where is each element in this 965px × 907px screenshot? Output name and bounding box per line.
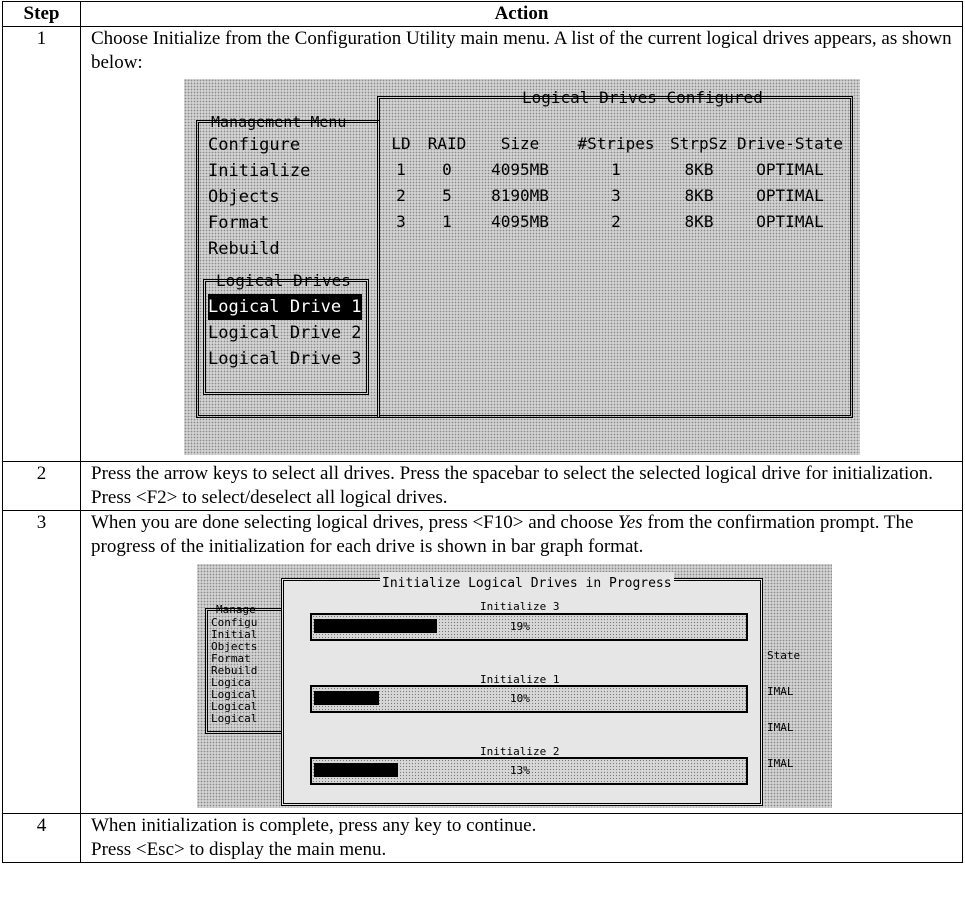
dialog-title: Initialize Logical Drives in Progress bbox=[380, 572, 674, 596]
step-row: 1 Choose Initialize from the Configurati… bbox=[2, 26, 963, 462]
step-text: Press the arrow keys to select all drive… bbox=[91, 463, 934, 508]
bg-drive-state-column: State IMAL IMAL IMAL bbox=[767, 626, 833, 794]
menu-item-objects[interactable]: Objects bbox=[208, 184, 310, 210]
menu-item-format[interactable]: Format bbox=[208, 210, 310, 236]
step-text: When you are done selecting logical driv… bbox=[81, 511, 962, 559]
step-action: When initialization is complete, press a… bbox=[80, 813, 963, 863]
table-row[interactable]: 1 0 4095MB 1 8KB OPTIMAL bbox=[380, 157, 850, 183]
bg-state-header: State bbox=[767, 649, 801, 662]
logical-drive-2-item[interactable]: Logical Drive 2 bbox=[208, 320, 362, 346]
cell-raid: 1 bbox=[442, 212, 452, 231]
step-action: When you are done selecting logical driv… bbox=[80, 510, 963, 814]
bg-menu-title: Manage bbox=[216, 603, 256, 616]
progress-bar-fill bbox=[314, 763, 398, 777]
progress-bar-fill bbox=[314, 619, 437, 633]
bg-state-item: IMAL bbox=[767, 757, 794, 770]
bg-management-menu: Manage Configu Initial Objects Format Re… bbox=[205, 604, 286, 734]
cell-raid: 0 bbox=[442, 160, 452, 179]
cell-strpsz: 8KB bbox=[684, 186, 714, 205]
step-number: 2 bbox=[2, 461, 81, 511]
cell-state: OPTIMAL bbox=[756, 212, 824, 231]
table-row[interactable]: 3 1 4095MB 2 8KB OPTIMAL bbox=[380, 209, 850, 235]
col-drive-state: Drive-State bbox=[737, 134, 843, 153]
step-text-part: When you are done selecting logical driv… bbox=[91, 512, 618, 533]
header-row: Step Action bbox=[2, 1, 963, 27]
logical-drives-submenu: Logical Drives Logical Drive 1 Logical D… bbox=[203, 271, 369, 395]
management-menu-panel: Management Menu Configure Initialize Obj… bbox=[196, 113, 380, 418]
step-number: 1 bbox=[2, 26, 81, 462]
screenshot-initialize-progress: Manage Configu Initial Objects Format Re… bbox=[197, 564, 832, 808]
management-menu-title: Management Menu bbox=[211, 113, 347, 131]
menu-item-configure[interactable]: Configure bbox=[208, 132, 310, 158]
cell-strpsz: 8KB bbox=[684, 160, 714, 179]
step-column-header: Step bbox=[2, 1, 81, 27]
step-text: Press <Esc> to display the main menu. bbox=[91, 839, 387, 860]
step-number: 4 bbox=[2, 813, 81, 863]
cell-raid: 5 bbox=[442, 186, 452, 205]
cell-stripes: 3 bbox=[611, 186, 621, 205]
step-action: Choose Initialize from the Configuration… bbox=[80, 26, 963, 462]
col-strpsz: StrpSz bbox=[670, 134, 728, 153]
step-text-emphasis: Yes bbox=[617, 512, 643, 533]
bg-state-item: IMAL bbox=[767, 685, 794, 698]
logical-drives-title: Logical Drives bbox=[216, 271, 351, 290]
step-row: 3 When you are done selecting logical dr… bbox=[2, 510, 963, 814]
cell-size: 4095MB bbox=[491, 212, 549, 231]
cell-ld: 1 bbox=[396, 160, 406, 179]
cell-size: 8190MB bbox=[491, 186, 549, 205]
progress-percent: 13% bbox=[510, 764, 530, 777]
cell-state: OPTIMAL bbox=[756, 186, 824, 205]
progress-percent: 19% bbox=[510, 620, 530, 633]
logical-drive-1-item[interactable]: Logical Drive 1 bbox=[208, 294, 362, 320]
initialize-progress-dialog: Initialize Logical Drives in Progress In… bbox=[281, 572, 763, 806]
step-action: Press the arrow keys to select all drive… bbox=[80, 461, 963, 511]
col-size: Size bbox=[500, 134, 540, 153]
logical-drives-configured-panel: Logical Drives Configured LD RAID Size #… bbox=[377, 88, 853, 418]
screenshot-logical-drives: Management Menu Configure Initialize Obj… bbox=[184, 79, 860, 455]
grid-header-row: LD RAID Size #Stripes StrpSz Drive-State bbox=[380, 131, 850, 157]
logical-drive-3-item[interactable]: Logical Drive 3 bbox=[208, 346, 362, 372]
step-row: 4 When initialization is complete, press… bbox=[2, 813, 963, 863]
col-raid: RAID bbox=[427, 134, 467, 153]
bg-submenu-item: Logical bbox=[211, 712, 258, 725]
cell-ld: 3 bbox=[396, 212, 406, 231]
cell-stripes: 1 bbox=[611, 160, 621, 179]
table-row[interactable]: 2 5 8190MB 3 8KB OPTIMAL bbox=[380, 183, 850, 209]
bg-state-item: IMAL bbox=[767, 721, 794, 734]
step-row: 2 Press the arrow keys to select all dri… bbox=[2, 461, 963, 511]
procedure-table: Step Action 1 Choose Initialize from the… bbox=[2, 1, 963, 863]
logical-drives-configured-title: Logical Drives Configured bbox=[522, 88, 763, 107]
logical-drives-list: Logical Drive 1 Logical Drive 2 Logical … bbox=[208, 294, 362, 372]
col-stripes: #Stripes bbox=[577, 134, 655, 153]
cell-ld: 2 bbox=[396, 186, 406, 205]
step-number: 3 bbox=[2, 510, 81, 814]
management-menu-list: Configure Initialize Objects Format Rebu… bbox=[208, 132, 310, 262]
logical-drives-grid: LD RAID Size #Stripes StrpSz Drive-State… bbox=[380, 131, 850, 235]
step-text: Choose Initialize from the Configuration… bbox=[91, 28, 952, 73]
progress-percent: 10% bbox=[510, 692, 530, 705]
cell-size: 4095MB bbox=[491, 160, 549, 179]
action-column-header: Action bbox=[80, 1, 963, 27]
cell-stripes: 2 bbox=[611, 212, 621, 231]
cell-state: OPTIMAL bbox=[756, 160, 824, 179]
menu-item-initialize[interactable]: Initialize bbox=[208, 158, 310, 184]
step-text: When initialization is complete, press a… bbox=[91, 815, 537, 836]
cell-strpsz: 8KB bbox=[684, 212, 714, 231]
bg-menu-list: Configu Initial Objects Format Rebuild L… bbox=[211, 617, 257, 725]
progress-bar-fill bbox=[314, 691, 379, 705]
menu-item-rebuild[interactable]: Rebuild bbox=[208, 236, 310, 262]
col-ld: LD bbox=[391, 134, 411, 153]
bar-label-initialize-3: Initialize 3 bbox=[480, 600, 560, 613]
